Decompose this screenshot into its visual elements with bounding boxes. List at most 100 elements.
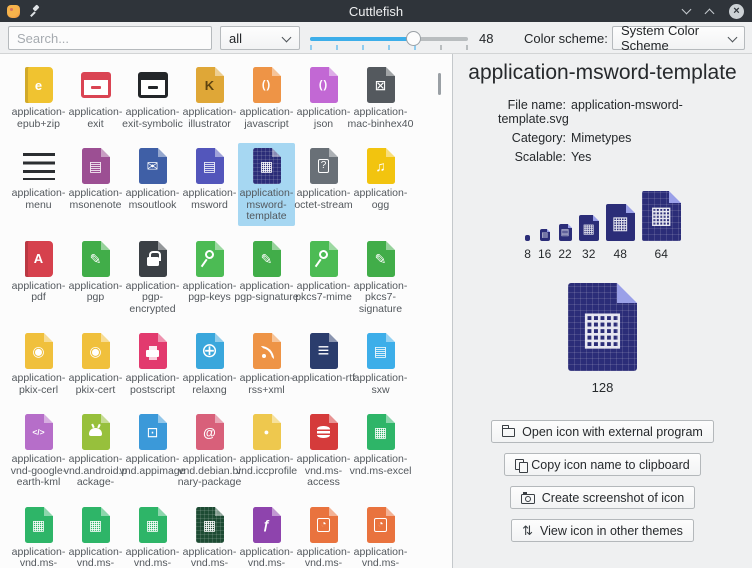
grid-item-application-vnd-google-earth-kml[interactable]: </>application-vnd-google-earth-kml: [10, 409, 67, 492]
grid-item-application-pkix-cert[interactable]: ◉application-pkix-cert: [67, 328, 124, 399]
grid-item-application-postscript[interactable]: application-postscript: [124, 328, 181, 399]
icon-metadata: File name:application-msword-template.sv…: [498, 98, 752, 169]
msword-template-icon-large: ▦: [568, 283, 637, 371]
grid-item-application-vnd.ms-excel[interactable]: ▦application-vnd.ms-excel: [352, 409, 409, 492]
slider-ticks: [310, 45, 468, 50]
grid-item-application-vnd.ms-powerpoint[interactable]: ◔application-vnd.ms-powerpoint: [295, 502, 352, 568]
icon-size-slider[interactable]: [310, 32, 468, 50]
icon-label: application-exit: [69, 107, 123, 130]
grid-item-application-pgp-signature[interactable]: ✎application-pgp-signature: [238, 236, 295, 319]
icon-label: application-illustrator: [183, 107, 237, 130]
grid-item-application-vnd.ms-excel.sheet.m[interactable]: ▦application-vnd.ms-excel.sheet.m: [124, 502, 181, 568]
grid-item-application-pkcs7-signature[interactable]: ✎application-pkcs7-signature: [352, 236, 409, 319]
app-icon: [7, 5, 20, 18]
vertical-scrollbar[interactable]: [438, 73, 441, 95]
application-rss+xml-icon: [253, 331, 281, 371]
color-scheme-dropdown[interactable]: System Color Scheme: [612, 26, 745, 50]
grid-item-application-rtf[interactable]: ≡application-rtf: [295, 328, 352, 399]
size-preview-16: ▤16: [538, 229, 551, 261]
grid-item-application-mac-binhex40[interactable]: ⊠application-mac-binhex40: [352, 62, 409, 133]
grid-item-application-vnd.debian.binary-package[interactable]: @application-vnd.debian.binary-package: [181, 409, 238, 492]
category-filter-dropdown[interactable]: all: [220, 26, 300, 50]
slider-handle[interactable]: [406, 31, 421, 46]
grid-item-application-vnd.ms-infopath[interactable]: ƒapplication-vnd.ms-infopath: [238, 502, 295, 568]
grid-item-application-relaxng[interactable]: ⊕application-relaxng: [181, 328, 238, 399]
maximize-button[interactable]: [706, 7, 714, 15]
application-exit-symbolic-icon: [138, 65, 168, 105]
printer-glyph: [146, 350, 159, 357]
icon-label: application-rss+xml: [240, 373, 294, 396]
icon-label: application-epub+zip: [12, 107, 66, 130]
grid-item-application-json[interactable]: ()application-json: [295, 62, 352, 133]
msword-template-icon: [525, 235, 530, 241]
grid-item-application-msonenote[interactable]: ▤application-msonenote: [67, 143, 124, 226]
screenshot-button[interactable]: Create screenshot of icon: [510, 486, 695, 509]
grid-item-application-pgp[interactable]: ✎application-pgp: [67, 236, 124, 319]
grid-item-application-vnd.ms-excel.addin.m[interactable]: ▦application-vnd.ms-excel.addin.m: [10, 502, 67, 568]
grid-item-application-menu[interactable]: application-menu: [10, 143, 67, 226]
grid-item-application-vnd.iccprofile[interactable]: ●application-vnd.iccprofile: [238, 409, 295, 492]
icon-label: application-json: [297, 107, 351, 130]
icon-label: application-vnd.ms-excel.templat: [179, 547, 241, 568]
grid-item-application-vnd.appimage[interactable]: ⊡application-vnd.appimage: [124, 409, 181, 492]
search-input[interactable]: [8, 26, 212, 50]
grid-item-application-msword-template[interactable]: ▦application-msword-template: [238, 143, 295, 226]
size-label-128: 128: [592, 380, 614, 395]
application-pkcs7-signature-icon: ✎: [367, 239, 395, 279]
icon-label: application-msword: [183, 188, 237, 211]
grid-item-application-epub+zip[interactable]: eapplication-epub+zip: [10, 62, 67, 133]
copy-name-button[interactable]: Copy icon name to clipboard: [504, 453, 700, 476]
grid-item-application-exit[interactable]: application-exit: [67, 62, 124, 133]
grid-item-application-javascript[interactable]: ()application-javascript: [238, 62, 295, 133]
minimize-button[interactable]: [683, 7, 691, 15]
icon-label: application-javascript: [240, 107, 294, 130]
application-javascript-icon: (): [253, 65, 281, 105]
grid-item-application-vnd.ms-access[interactable]: application-vnd.ms-access: [295, 409, 352, 492]
grid-item-application-octet-stream[interactable]: ?application-octet-stream: [295, 143, 352, 226]
icon-label: application-vnd.appimage: [120, 454, 186, 477]
application-exit-icon: [81, 65, 111, 105]
application-pkcs7-mime-icon: [310, 239, 338, 279]
application-pgp-signature-icon: ✎: [253, 239, 281, 279]
application-pdf-icon: A: [25, 239, 53, 279]
grid-item-application-rss+xml[interactable]: application-rss+xml: [238, 328, 295, 399]
icon-label: application-vnd.debian.binary-package: [178, 454, 242, 489]
icon-label: application-vnd.ms-powerpoint: [297, 547, 351, 568]
application-rtf-icon: ≡: [310, 331, 338, 371]
application-vnd.ms-excel.addin.m-icon: ▦: [25, 505, 53, 545]
icon-size-value: 48: [479, 31, 493, 46]
icon-label: application-octet-stream: [294, 188, 352, 211]
grid-item-application-vnd.android.package-[interactable]: application-vnd.android.package-: [67, 409, 124, 492]
grid-item-application-vnd.ms-powerpoint.a[interactable]: ◔application-vnd.ms-powerpoint.a: [352, 502, 409, 568]
window-title: Cuttlefish: [0, 4, 752, 19]
grid-item-application-pkix-cerl[interactable]: ◉application-pkix-cerl: [10, 328, 67, 399]
open-external-button[interactable]: Open icon with external program: [491, 420, 714, 443]
grid-item-application-sxw[interactable]: ▤application-sxw: [352, 328, 409, 399]
close-button[interactable]: ×: [729, 4, 744, 19]
grid-item-application-pgp-encrypted[interactable]: application-pgp-encrypted: [124, 236, 181, 319]
icon-title: application-msword-template: [468, 61, 736, 85]
grid-item-application-exit-symbolic[interactable]: application-exit-symbolic: [124, 62, 181, 133]
application-vnd.ms-excel.sheet.bi-icon: ▦: [82, 505, 110, 545]
grid-item-application-vnd.ms-excel.sheet.bi[interactable]: ▦application-vnd.ms-excel.sheet.bi: [67, 502, 124, 568]
grid-item-application-ogg[interactable]: ♫application-ogg: [352, 143, 409, 226]
grid-item-application-vnd.ms-excel.templat[interactable]: ▦application-vnd.ms-excel.templat: [181, 502, 238, 568]
application-pgp-keys-icon: [196, 239, 224, 279]
color-scheme-value: System Color Scheme: [621, 23, 729, 53]
grid-item-application-msoutlook[interactable]: ✉application-msoutlook: [124, 143, 181, 226]
grid-item-application-illustrator[interactable]: Kapplication-illustrator: [181, 62, 238, 133]
grid-item-application-msword[interactable]: ▤application-msword: [181, 143, 238, 226]
view-other-themes-button[interactable]: ⇅View icon in other themes: [511, 519, 694, 542]
color-scheme-label: Color scheme:: [524, 31, 608, 46]
application-illustrator-icon: K: [196, 65, 224, 105]
icon-label: application-sxw: [354, 373, 408, 396]
grid-item-application-pkcs7-mime[interactable]: application-pkcs7-mime: [295, 236, 352, 319]
grid-item-application-pdf[interactable]: Aapplication-pdf: [10, 236, 67, 319]
pin-icon[interactable]: [29, 5, 41, 17]
application-vnd.debian.binary-package-icon: @: [196, 412, 224, 452]
grid-item-application-pgp-keys[interactable]: application-pgp-keys: [181, 236, 238, 319]
icon-label: application-exit-symbolic: [122, 107, 183, 130]
chevron-down-icon: [729, 34, 736, 42]
icon-label: application-vnd.iccprofile: [236, 454, 297, 477]
cuttlefish-window: Cuttlefish × all 48 Color scheme: System…: [0, 0, 752, 568]
